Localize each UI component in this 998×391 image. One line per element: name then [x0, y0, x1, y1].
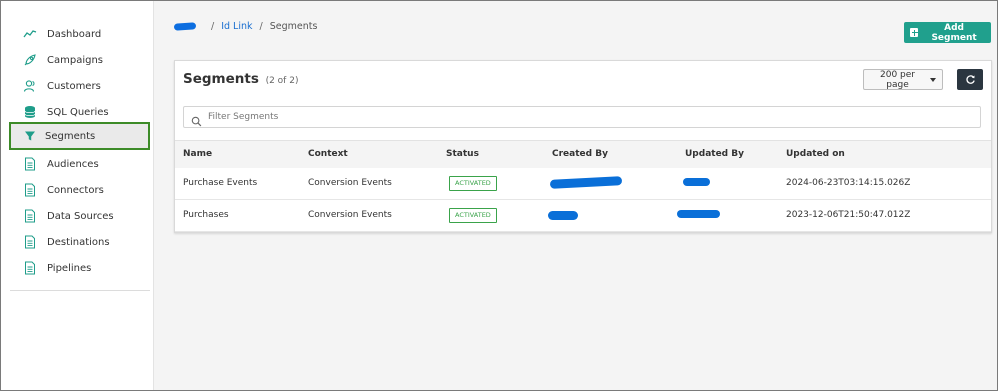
- sidebar-item-label: Audiences: [47, 158, 99, 170]
- sidebar-item-data-sources[interactable]: Data Sources: [10, 203, 154, 229]
- column-header-created-by[interactable]: Created By: [552, 149, 608, 159]
- per-page-value: 200 per page: [880, 69, 915, 90]
- sidebar-item-pipelines[interactable]: Pipelines: [10, 255, 154, 281]
- column-header-context[interactable]: Context: [308, 149, 348, 159]
- document-icon: [22, 182, 38, 198]
- filter-segments-field[interactable]: [183, 106, 981, 128]
- sidebar-item-dashboard[interactable]: Dashboard: [10, 21, 154, 47]
- app-window: Dashboard Campaigns Customers SQL Querie…: [0, 0, 998, 391]
- breadcrumb-redacted-link[interactable]: [173, 22, 197, 31]
- column-header-updated-on[interactable]: Updated on: [786, 149, 845, 159]
- sidebar-item-label: Data Sources: [47, 210, 114, 222]
- breadcrumb-link-id-link[interactable]: Id Link: [221, 21, 252, 32]
- breadcrumb-current: Segments: [269, 21, 318, 32]
- breadcrumb-separator: /: [259, 21, 263, 32]
- sidebar-item-segments[interactable]: Segments: [9, 122, 150, 150]
- created-by-redacted: [549, 176, 623, 189]
- column-header-status[interactable]: Status: [446, 149, 479, 159]
- chart-line-icon: [22, 26, 38, 42]
- per-page-dropdown[interactable]: 200 per page: [863, 69, 943, 90]
- plus-square-icon: [910, 28, 919, 37]
- document-icon: [22, 234, 38, 250]
- rocket-icon: [22, 52, 38, 68]
- page-title: Segments (2 of 2): [183, 71, 298, 87]
- segment-updated-on: 2023-12-06T21:50:47.012Z: [786, 210, 911, 220]
- sidebar-item-label: SQL Queries: [47, 106, 109, 118]
- segment-updated-on: 2024-06-23T03:14:15.026Z: [786, 178, 911, 188]
- table-row[interactable]: Purchase Events Conversion Events ACTIVA…: [175, 168, 991, 200]
- search-icon: [191, 112, 202, 131]
- refresh-button[interactable]: [957, 69, 983, 90]
- sidebar-item-destinations[interactable]: Destinations: [10, 229, 154, 255]
- segment-context: Conversion Events: [308, 178, 392, 188]
- sidebar-item-label: Destinations: [47, 236, 110, 248]
- sidebar-item-label: Connectors: [47, 184, 104, 196]
- sidebar-divider: [10, 290, 150, 291]
- filter-segments-input[interactable]: [208, 109, 968, 125]
- sidebar-item-label: Dashboard: [47, 28, 102, 40]
- sidebar-item-campaigns[interactable]: Campaigns: [10, 47, 154, 73]
- sidebar-item-label: Campaigns: [47, 54, 104, 66]
- sidebar-item-label: Segments: [45, 130, 96, 142]
- sidebar: Dashboard Campaigns Customers SQL Querie…: [1, 1, 154, 390]
- caret-down-icon: [930, 77, 936, 82]
- add-segment-label: Add Segment: [931, 22, 977, 43]
- breadcrumb: / Id Link / Segments: [173, 21, 318, 32]
- column-header-name[interactable]: Name: [183, 149, 212, 159]
- segments-count: (2 of 2): [265, 76, 299, 86]
- table-header: Name Context Status Created By Updated B…: [175, 140, 991, 170]
- sidebar-item-label: Customers: [47, 80, 101, 92]
- status-badge: ACTIVATED: [449, 176, 497, 191]
- document-icon: [22, 208, 38, 224]
- created-by-redacted: [548, 211, 578, 220]
- updated-by-redacted: [683, 178, 710, 186]
- updated-by-redacted: [677, 210, 720, 218]
- refresh-icon: [965, 70, 976, 89]
- filter-icon: [22, 128, 38, 144]
- table-row[interactable]: Purchases Conversion Events ACTIVATED 20…: [175, 200, 991, 232]
- main-content: / Id Link / Segments Add Segment Segment…: [154, 1, 997, 390]
- segment-context: Conversion Events: [308, 210, 392, 220]
- segment-name-link[interactable]: Purchases: [183, 210, 229, 220]
- status-badge: ACTIVATED: [449, 208, 497, 223]
- users-icon: [22, 78, 38, 94]
- segments-card: Segments (2 of 2) 200 per page Name: [174, 60, 992, 233]
- sidebar-item-label: Pipelines: [47, 262, 92, 274]
- sidebar-item-connectors[interactable]: Connectors: [10, 177, 154, 203]
- breadcrumb-separator: /: [211, 21, 215, 32]
- segment-name-link[interactable]: Purchase Events: [183, 178, 257, 188]
- document-icon: [22, 260, 38, 276]
- document-icon: [22, 156, 38, 172]
- sidebar-item-customers[interactable]: Customers: [10, 73, 154, 99]
- database-icon: [22, 104, 38, 120]
- column-header-updated-by[interactable]: Updated By: [685, 149, 744, 159]
- sidebar-item-audiences[interactable]: Audiences: [10, 151, 154, 177]
- add-segment-button[interactable]: Add Segment: [904, 22, 991, 43]
- segments-title: Segments: [183, 71, 259, 87]
